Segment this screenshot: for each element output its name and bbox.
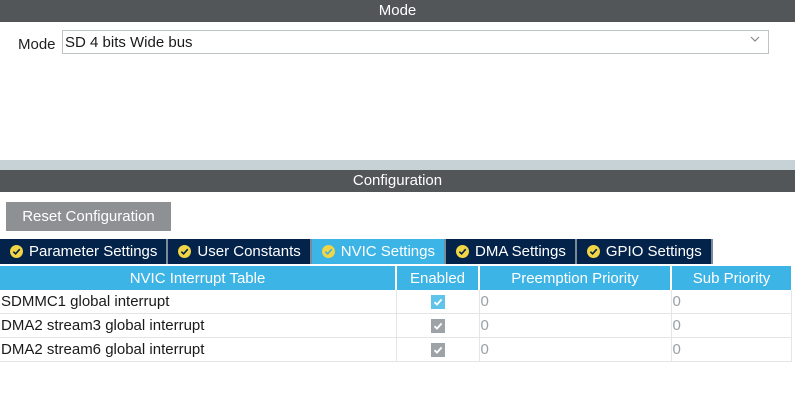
interrupt-name: DMA2 stream3 global interrupt <box>0 313 397 338</box>
table-row: SDMMC1 global interrupt 0 0 <box>0 290 792 314</box>
tab-dma-settings[interactable]: DMA Settings <box>446 239 577 264</box>
preemption-priority-cell[interactable]: 0 <box>479 313 672 338</box>
column-header[interactable]: NVIC Interrupt Table <box>0 266 397 290</box>
tab-gpio-settings[interactable]: GPIO Settings <box>576 239 713 264</box>
tab-nvic-settings[interactable]: NVIC Settings <box>311 239 446 264</box>
mode-dropdown-value: SD 4 bits Wide bus <box>65 33 193 51</box>
interrupt-name: DMA2 stream6 global interrupt <box>0 337 397 362</box>
enabled-checkbox[interactable] <box>431 295 445 310</box>
check-circle-icon <box>10 245 23 258</box>
enabled-cell <box>396 337 480 362</box>
check-circle-icon <box>586 245 600 258</box>
interrupt-name: SDMMC1 global interrupt <box>0 290 397 314</box>
preemption-priority-cell[interactable]: 0 <box>479 337 672 362</box>
tab-label: NVIC Settings <box>340 243 435 260</box>
column-header[interactable]: Preemption Priority <box>479 266 672 290</box>
tab-user-constants[interactable]: User Constants <box>168 239 312 264</box>
mode-row: Mode <box>18 32 60 56</box>
sub-priority-cell[interactable]: 0 <box>671 290 792 314</box>
column-header[interactable]: Enabled <box>396 266 480 290</box>
column-header[interactable]: Sub Priority <box>671 266 791 290</box>
enabled-checkbox <box>431 343 445 358</box>
chevron-down-icon[interactable] <box>750 34 760 46</box>
mode-section-header: Mode <box>0 0 795 22</box>
mode-label: Mode <box>18 35 56 53</box>
sub-priority-cell[interactable]: 0 <box>671 337 792 362</box>
section-divider <box>0 160 795 170</box>
table-header-row: NVIC Interrupt Table Enabled Preemption Pr… <box>0 266 791 290</box>
configuration-section-header: Configuration <box>0 170 795 192</box>
check-circle-icon <box>321 245 335 258</box>
preemption-priority-cell[interactable]: 0 <box>479 290 672 314</box>
tab-parameter-settings[interactable]: Parameter Settings <box>0 239 169 264</box>
enabled-cell <box>396 290 480 314</box>
tab-label: User Constants <box>197 243 301 260</box>
tab-label: Parameter Settings <box>29 243 158 260</box>
reset-configuration-button[interactable]: Reset Configuration <box>6 202 171 231</box>
enabled-checkbox <box>431 319 445 334</box>
check-circle-icon <box>456 245 469 258</box>
mode-dropdown[interactable]: SD 4 bits Wide bus <box>62 30 769 54</box>
table-row: DMA2 stream6 global interrupt 0 0 <box>0 337 792 362</box>
table-row: DMA2 stream3 global interrupt 0 0 <box>0 313 792 338</box>
enabled-cell <box>396 313 480 338</box>
tab-label: GPIO Settings <box>605 243 702 260</box>
nvic-interrupt-table: NVIC Interrupt Table Enabled Preemption Pr… <box>0 266 792 362</box>
settings-tabs: Parameter Settings User Constants NVIC Set… <box>0 239 713 264</box>
check-circle-icon <box>178 245 192 258</box>
table-body: SDMMC1 global interrupt 0 0 DMA2 stream3 gl… <box>0 290 792 362</box>
tab-label: DMA Settings <box>475 243 566 260</box>
sub-priority-cell[interactable]: 0 <box>671 313 792 338</box>
